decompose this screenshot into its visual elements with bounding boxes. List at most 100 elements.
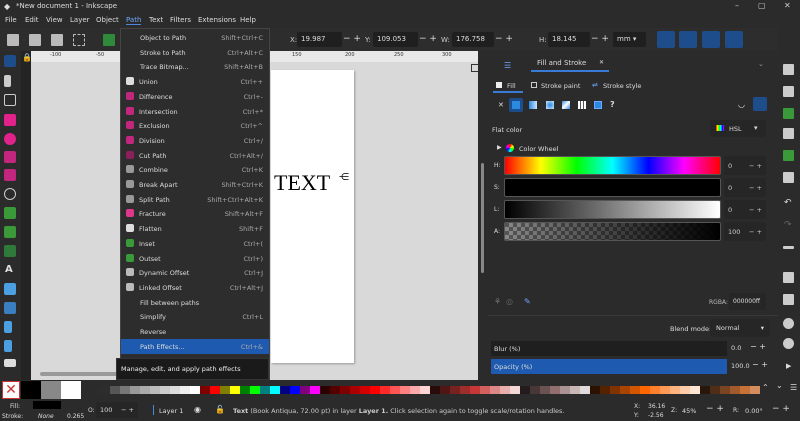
color-swatch[interactable] [410,386,420,394]
color-wheel-label[interactable]: Color Wheel [519,145,558,153]
color-swatch[interactable] [290,386,300,394]
h-stepper[interactable]: − + [591,34,609,44]
selector-tool-icon[interactable] [4,55,16,67]
deselect-icon[interactable] [51,34,63,46]
color-mode-select[interactable]: HSL ▾ [710,120,766,137]
color-swatch[interactable] [430,386,440,394]
x-input[interactable]: 19.987 [297,32,342,47]
color-swatch[interactable] [140,386,150,394]
unit-select[interactable]: mm ▾ [613,32,646,47]
color-swatch[interactable] [360,386,370,394]
menu-item-division[interactable]: Division Ctrl+/ [121,133,269,148]
color-swatch[interactable] [580,386,590,394]
w-input[interactable]: 176.758 [452,32,494,47]
rectangle-tool-icon[interactable] [4,114,16,126]
lightness-input[interactable]: 0− + [724,200,766,219]
menu-item-outset[interactable]: Outset Ctrl+) [121,251,269,266]
rgba-input[interactable]: 000000ff [729,293,766,310]
menu-view[interactable]: View [46,16,63,24]
opacity-stepper[interactable]: − + [752,360,768,369]
menu-item-simplify[interactable]: Simplify Ctrl+L [121,309,269,324]
white-swatch[interactable] [61,381,81,399]
color-swatch[interactable] [370,386,380,394]
color-swatch[interactable] [670,386,680,394]
import-icon[interactable] [783,150,794,161]
menu-item-fill-between-paths[interactable]: Fill between paths [121,295,269,310]
color-swatch[interactable] [590,386,600,394]
color-swatch[interactable] [450,386,460,394]
color-swatch[interactable] [620,386,630,394]
palette-menu-icon[interactable]: ☰ [790,383,797,392]
color-swatch[interactable] [260,386,270,394]
text-tool-icon[interactable]: A [5,264,13,275]
spiral-tool-icon[interactable] [4,188,16,200]
move-gradients-button[interactable] [702,31,720,48]
eraser-tool-icon[interactable] [4,359,16,367]
zoom-stepper[interactable]: − + [706,404,724,414]
hue-slider[interactable] [504,156,721,175]
menu-extensions[interactable]: Extensions [198,16,236,24]
color-swatch[interactable] [200,386,210,394]
color-swatch[interactable] [150,386,160,394]
star-tool-icon[interactable] [4,151,16,163]
color-swatch[interactable] [310,386,320,394]
menu-filters[interactable]: Filters [170,16,191,24]
blur-value[interactable]: 0.0 [731,344,741,352]
opacity-slider[interactable]: Opacity (%) [491,359,727,374]
no-paint-icon[interactable]: ✕ [498,101,504,109]
color-swatch[interactable] [340,386,350,394]
menu-layer[interactable]: Layer [70,16,90,24]
pattern-button[interactable] [578,101,586,109]
gray-swatch[interactable] [41,381,61,399]
rotate-icon[interactable] [103,34,115,46]
maximize-button[interactable]: ▢ [758,1,766,10]
selected-text-object[interactable]: TEXT [274,170,330,196]
guide-lock-icon[interactable]: 🔒 [22,53,32,62]
alpha-slider[interactable] [504,222,721,241]
mesh-gradient-button[interactable] [562,101,570,109]
expander-arrow-icon[interactable]: ▶ [497,144,502,151]
scale-stroke-button[interactable] [657,31,675,48]
color-swatch[interactable] [680,386,690,394]
color-swatch[interactable] [470,386,480,394]
color-swatch[interactable] [660,386,670,394]
color-swatch[interactable] [110,386,120,394]
mesh-tool-icon[interactable] [4,302,16,314]
swatch-button[interactable] [594,101,602,109]
color-swatch[interactable] [630,386,640,394]
open-file-icon[interactable] [783,86,794,97]
color-swatch[interactable] [400,386,410,394]
tweak-tool-icon[interactable] [4,94,16,106]
color-swatch[interactable] [540,386,550,394]
color-swatch[interactable] [210,386,220,394]
close-button[interactable]: ✕ [784,1,791,10]
menu-help[interactable]: Help [240,16,256,24]
color-swatch[interactable] [610,386,620,394]
color-swatch[interactable] [190,386,200,394]
color-swatch[interactable] [640,386,650,394]
chevron-down-icon[interactable]: ⌄ [758,60,764,68]
menu-item-cut-path[interactable]: Cut Path Ctrl+Alt+/ [121,148,269,163]
node-tool-icon[interactable] [4,75,11,87]
color-swatch[interactable] [740,386,750,394]
menu-item-flatten[interactable]: Flatten Shift+F [121,221,269,236]
stroke-indicator[interactable]: None [38,413,54,420]
layer-select[interactable]: Layer 1 [159,407,183,415]
color-swatch[interactable] [160,386,170,394]
select-all-layers-icon[interactable] [29,34,41,46]
color-swatch[interactable] [690,386,700,394]
color-swatch[interactable] [220,386,230,394]
zoom-selection-icon[interactable] [783,318,794,329]
new-document-icon[interactable] [783,64,794,75]
radial-gradient-button[interactable] [546,101,554,109]
color-swatch[interactable] [120,386,130,394]
color-swatch[interactable] [350,386,360,394]
subtab-fill[interactable]: Fill [493,80,523,93]
menu-object[interactable]: Object [96,16,119,24]
rotation-stepper[interactable]: − + [772,404,790,414]
visibility-icon[interactable]: ◉ [194,405,201,414]
color-swatch[interactable] [480,386,490,394]
vertical-scrollbar[interactable] [478,51,488,380]
print-icon[interactable] [783,128,794,139]
saturation-input[interactable]: 0− + [724,178,766,197]
